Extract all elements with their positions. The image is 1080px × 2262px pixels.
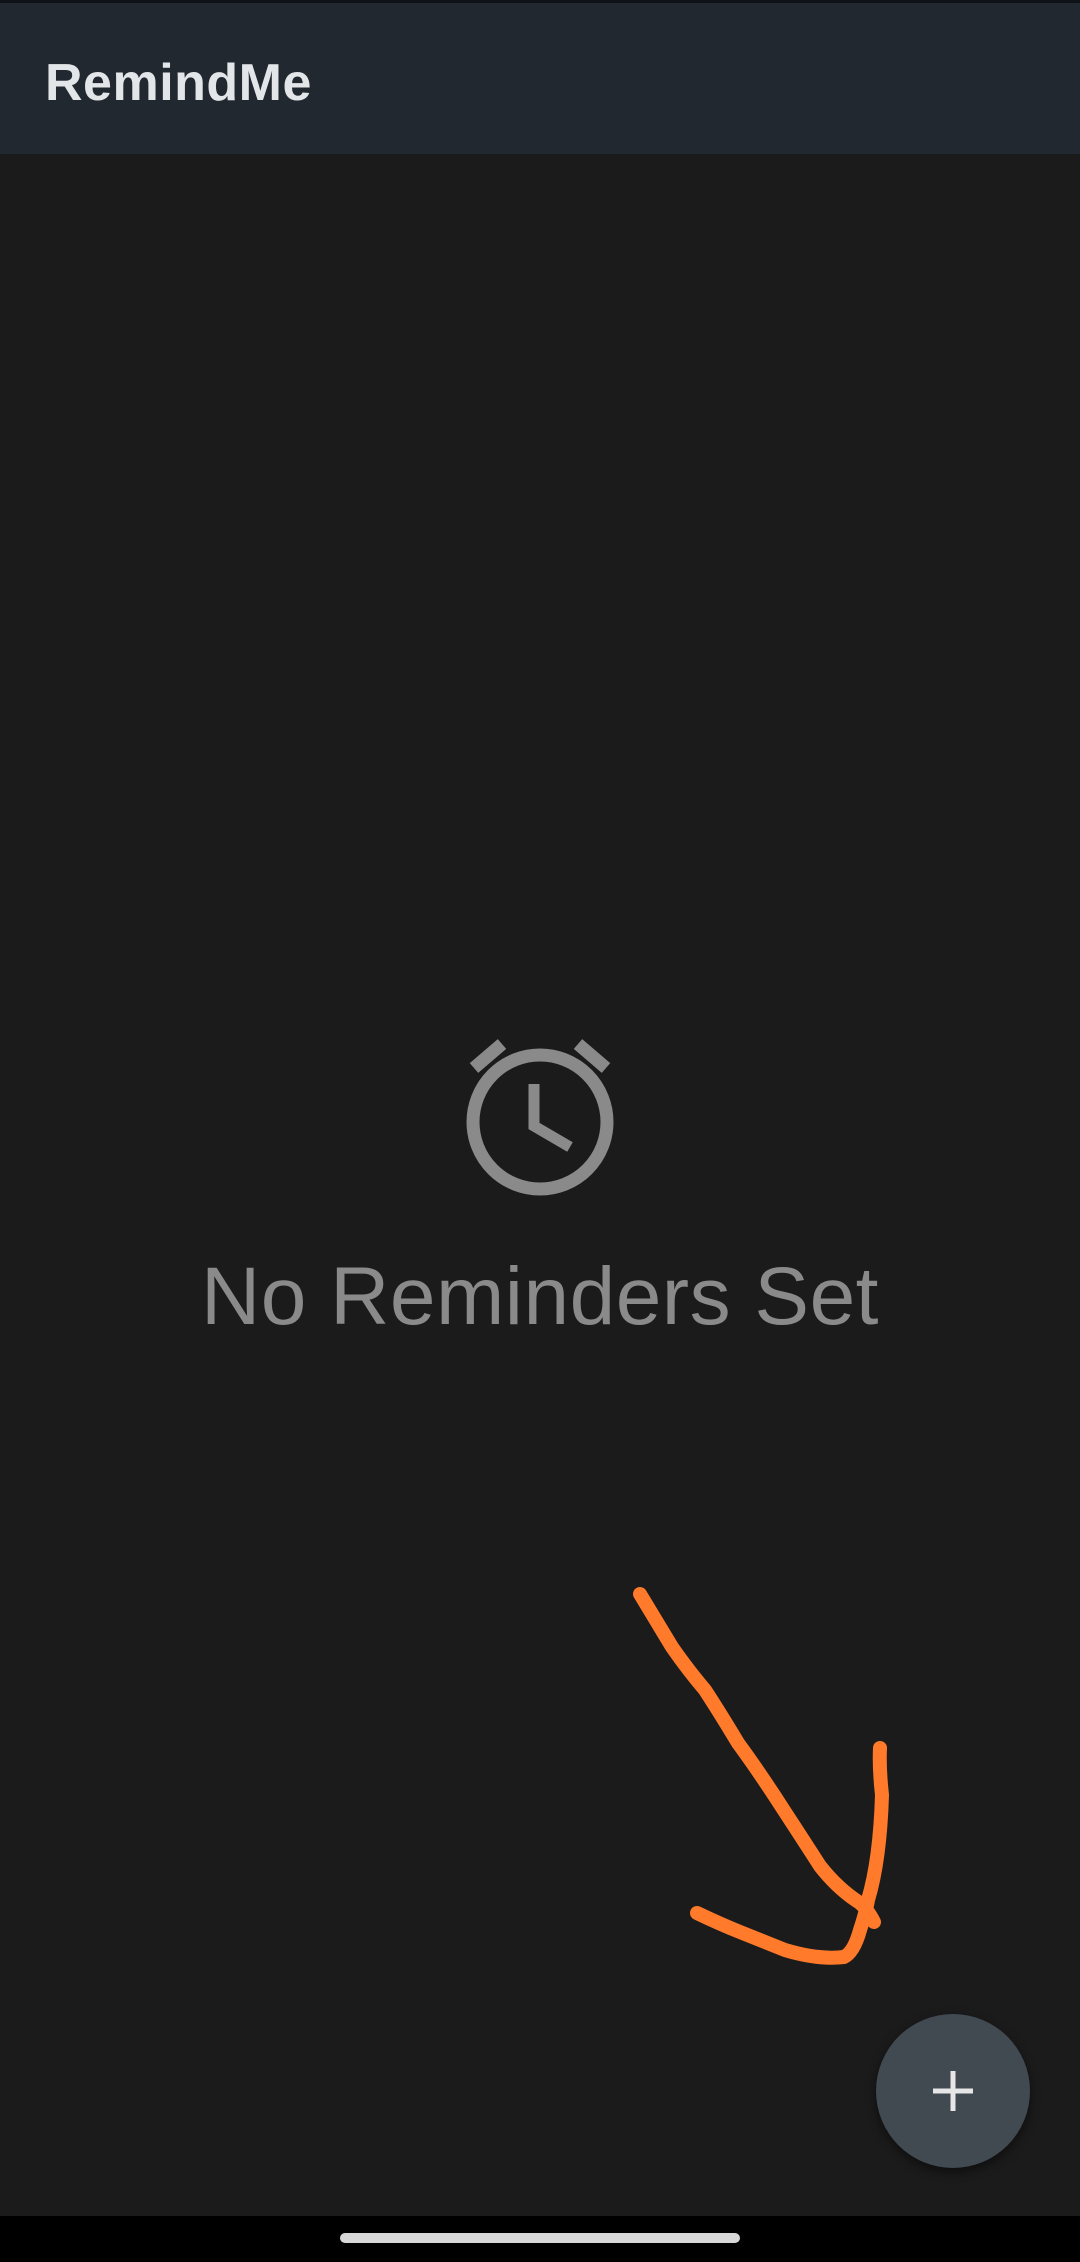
add-reminder-button[interactable] [876, 2014, 1030, 2168]
alarm-clock-icon [466, 1039, 614, 1196]
plus-icon [933, 2071, 973, 2111]
home-indicator[interactable] [340, 2233, 740, 2243]
empty-state: No Reminders Set [0, 1030, 1080, 1344]
app-screen: RemindMe No Reminders Set [0, 0, 1080, 2262]
app-title: RemindMe [45, 54, 312, 112]
app-bar: RemindMe [0, 0, 1080, 154]
empty-state-message: No Reminders Set [201, 1251, 879, 1342]
